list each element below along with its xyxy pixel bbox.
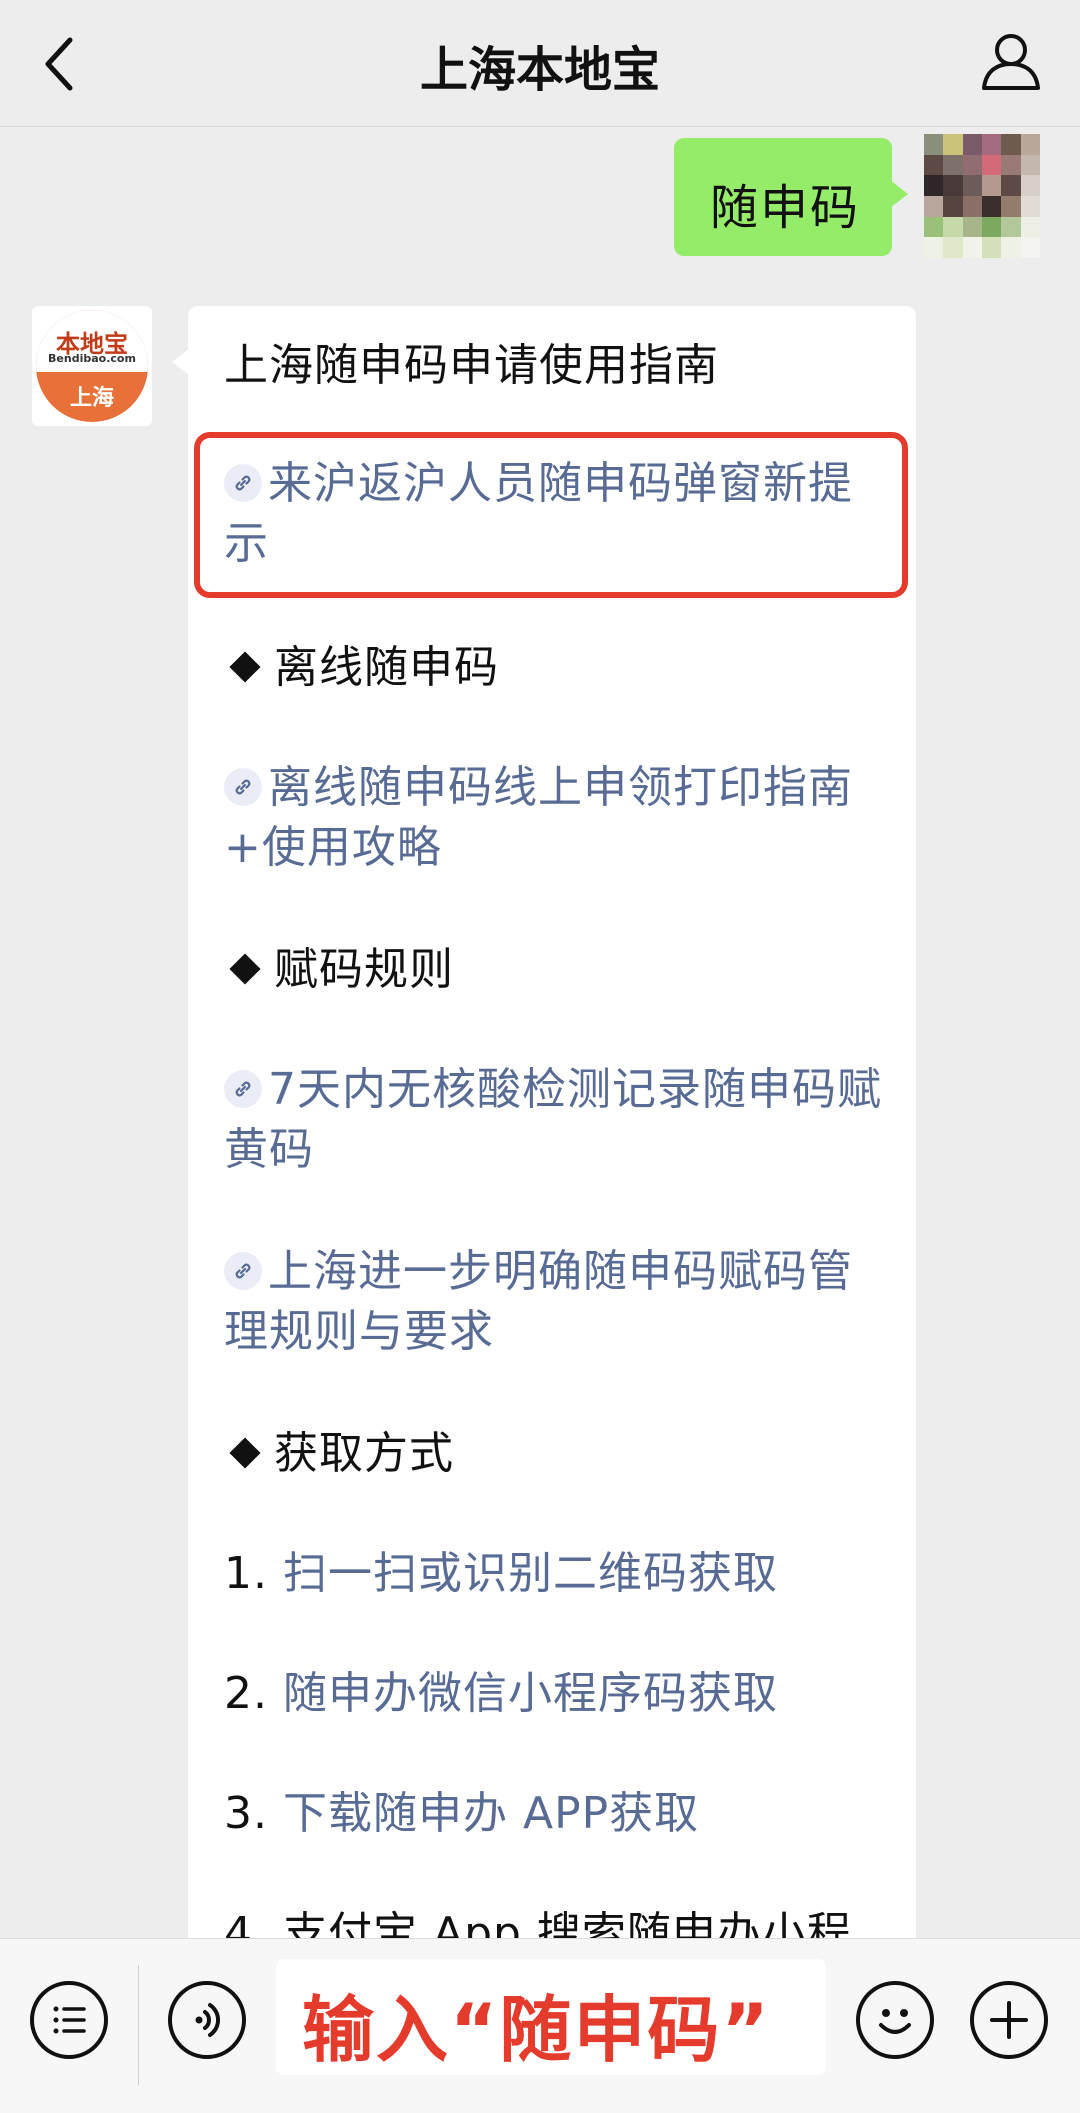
link-item[interactable]: 7天内无核酸检测记录随申码赋黄码 [224,1060,884,1180]
article-title: 上海随申码申请使用指南 [224,340,719,391]
chat-header: 上海本地宝 [0,0,1080,127]
emoji-icon [879,2009,911,2034]
chat-title: 上海本地宝 [419,42,660,98]
heading-text: 赋码规则 [274,944,454,995]
link-icon [224,1252,262,1290]
diamond-bullet-icon [229,651,261,683]
diamond-bullet-icon [229,953,261,985]
link-icon [224,1070,262,1108]
item-link-text: 下载随申办 APP获取 [282,1788,700,1839]
link-item[interactable]: 离线随申码线上申领打印指南+使用攻略 [224,758,884,878]
item-link-text: 扫一扫或识别二维码获取 [282,1548,778,1599]
item-link-text: 随申办微信小程序码获取 [282,1668,778,1719]
input-bar: 输入“随申码” [0,1938,1080,2113]
heading-text: 离线随申码 [274,642,499,693]
menu-button[interactable] [30,1981,108,2059]
numbered-item[interactable]: 3. 下载随申办 APP获取 [224,1784,884,1844]
link-text: 上海进一步明确随申码赋码管理规则与要求 [224,1246,853,1357]
emoji-button[interactable] [856,1981,934,2059]
link-item[interactable]: 上海进一步明确随申码赋码管理规则与要求 [224,1242,884,1362]
voice-button[interactable] [168,1981,246,2059]
red-highlight-box [194,432,908,598]
section-heading: 获取方式 [224,1424,884,1484]
item-number: 1. [224,1548,268,1599]
user-icon[interactable] [980,30,1042,92]
diamond-bullet-icon [229,1437,261,1469]
input-hint-text: 输入“随申码” [302,1988,771,2072]
item-number: 3. [224,1788,268,1839]
account-avatar[interactable]: 本地宝 Bendibao.com 上海 [32,306,152,426]
item-number: 2. [224,1668,268,1719]
voice-icon [195,2003,220,2037]
self-avatar[interactable] [924,134,1040,258]
section-heading: 赋码规则 [224,940,884,1000]
heading-text: 获取方式 [274,1428,454,1479]
numbered-item[interactable]: 2. 随申办微信小程序码获取 [224,1664,884,1724]
logo-domain: Bendibao.com [48,352,136,365]
link-text: 离线随申码线上申领打印指南+使用攻略 [224,762,853,873]
link-text: 7天内无核酸检测记录随申码赋黄码 [224,1064,882,1175]
message-input[interactable]: 输入“随申码” [276,1959,826,2075]
logo-city: 上海 [69,386,114,411]
account-logo: 本地宝 Bendibao.com 上海 [36,310,148,422]
link-icon [224,768,262,806]
plus-button[interactable] [970,1981,1048,2059]
avatar-mosaic [924,134,1040,258]
plus-icon [990,2001,1028,2039]
section-heading: 离线随申码 [224,638,884,698]
outgoing-message-bubble[interactable]: 随申码 [674,138,908,256]
toolbar-divider [138,1965,139,2085]
outgoing-message-text: 随申码 [710,180,861,236]
numbered-item[interactable]: 1. 扫一扫或识别二维码获取 [224,1544,884,1604]
menu-icon [53,2006,86,2034]
